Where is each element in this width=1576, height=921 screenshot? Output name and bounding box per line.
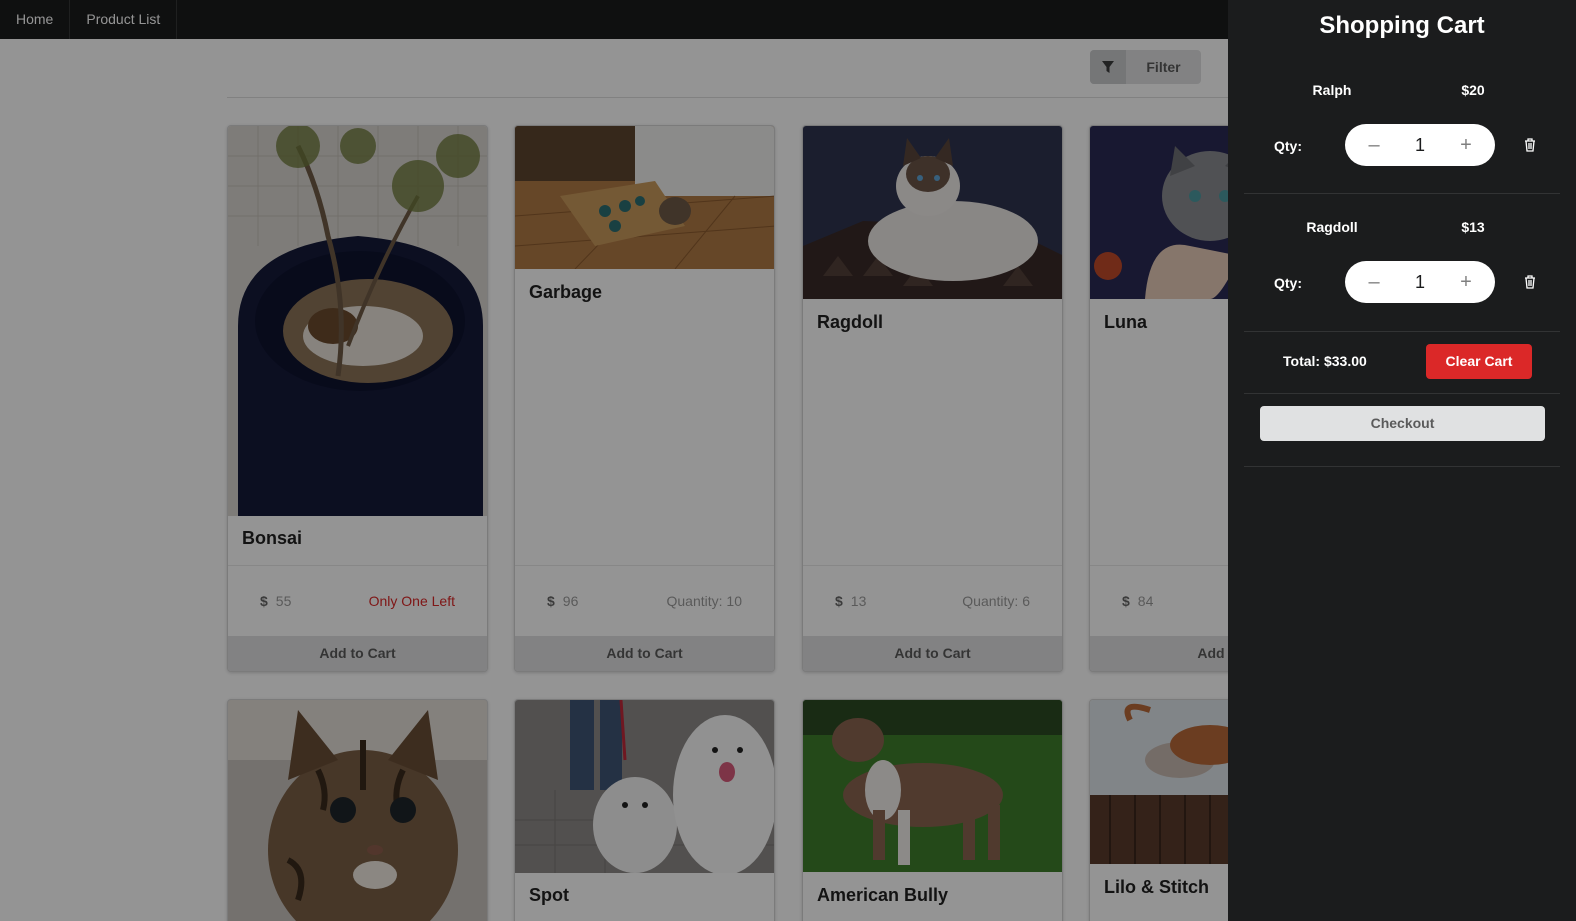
plus-icon[interactable]: +	[1457, 271, 1475, 293]
clear-cart-button[interactable]: Clear Cart	[1426, 344, 1532, 379]
qty-label: Qty:	[1274, 138, 1302, 154]
quantity-value[interactable]: 1	[1415, 135, 1425, 156]
shopping-cart-sidebar: Shopping Cart Ralph $20 Qty: – 1 + Ragdo…	[1228, 0, 1576, 921]
divider	[1244, 393, 1560, 394]
qty-label: Qty:	[1274, 275, 1302, 291]
minus-icon[interactable]: –	[1365, 271, 1383, 293]
cart-item-name: Ralph	[1312, 82, 1352, 98]
checkout-button[interactable]: Checkout	[1260, 406, 1545, 441]
cart-total: Total: $33.00	[1283, 353, 1367, 369]
quantity-value[interactable]: 1	[1415, 272, 1425, 293]
quantity-stepper: – 1 +	[1345, 261, 1495, 303]
cart-title: Shopping Cart	[1319, 12, 1485, 39]
cart-item-price: $13	[1461, 219, 1485, 235]
plus-icon[interactable]: +	[1457, 134, 1475, 156]
divider	[1244, 331, 1560, 332]
quantity-stepper: – 1 +	[1345, 124, 1495, 166]
minus-icon[interactable]: –	[1365, 134, 1383, 156]
trash-icon[interactable]	[1524, 275, 1536, 289]
cart-item-name: Ragdoll	[1306, 219, 1358, 235]
divider	[1244, 466, 1560, 467]
divider	[1244, 193, 1560, 194]
trash-icon[interactable]	[1524, 138, 1536, 152]
cart-item-price: $20	[1461, 82, 1485, 98]
